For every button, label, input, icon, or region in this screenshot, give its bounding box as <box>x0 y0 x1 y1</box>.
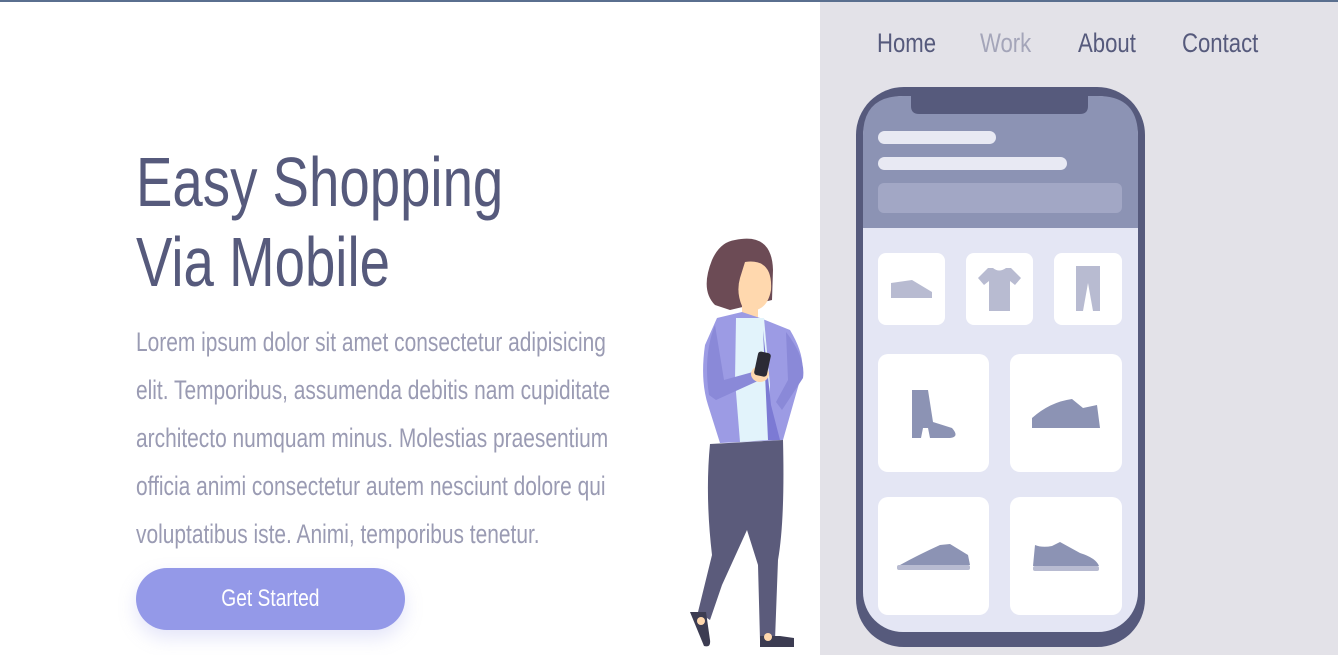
phone-illustration <box>856 87 1145 647</box>
woman-illustration <box>690 238 804 647</box>
hero-illustration <box>690 87 1145 647</box>
